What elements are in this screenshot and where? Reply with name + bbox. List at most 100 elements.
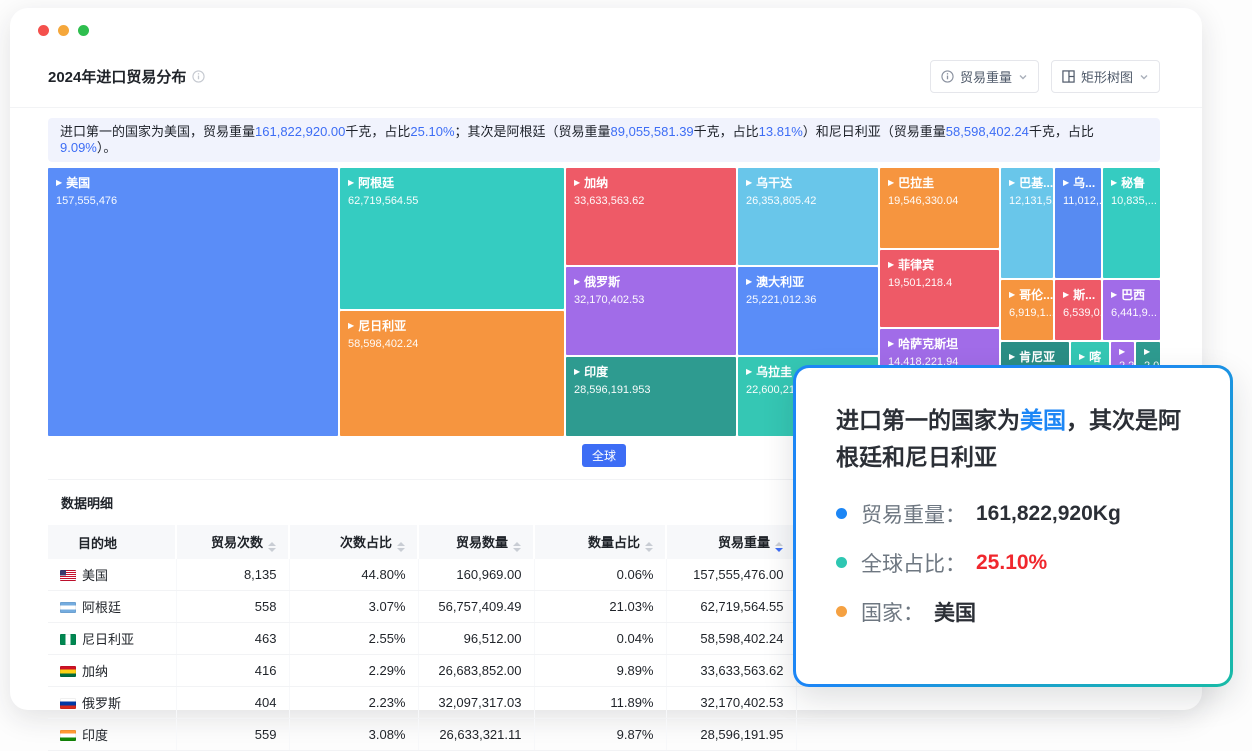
treemap-cell-阿根廷[interactable]: ▶阿根廷62,719,564.55 <box>340 168 564 309</box>
value-cell: 32,170,402.53 <box>666 687 796 719</box>
expand-arrow-icon: ▶ <box>1009 179 1015 187</box>
value-cell: 416 <box>176 655 289 687</box>
flag-gh-icon <box>60 666 76 677</box>
highlighted-text: 89,055,581.39 <box>611 124 694 139</box>
tooltip-item-label: 全球占比： <box>861 548 966 578</box>
sort-carets-icon[interactable] <box>645 542 653 552</box>
cell-value-label: 6,441,9... <box>1111 307 1152 319</box>
sort-desc-icon <box>513 548 521 552</box>
maximize-window-button[interactable] <box>78 25 89 36</box>
destination-label: 俄罗斯 <box>82 696 121 711</box>
value-cell: 32,097,317.03 <box>418 687 534 719</box>
treemap-cell-乌干达[interactable]: ▶乌干达26,353,805.42 <box>738 168 878 265</box>
tooltip-item-value: 161,822,920Kg <box>976 502 1121 526</box>
cell-country-label: 哥伦... <box>1019 286 1053 303</box>
tooltip-item: 国家：美国 <box>836 597 1192 627</box>
value-cell: 21.03% <box>534 591 666 623</box>
expand-arrow-icon: ▶ <box>746 179 752 187</box>
destination-cell: 阿根廷 <box>48 591 176 623</box>
flag-in-icon <box>60 730 76 741</box>
treemap-root-badge[interactable]: 全球 <box>582 444 626 467</box>
value-cell: 404 <box>176 687 289 719</box>
destination-label: 美国 <box>82 568 108 583</box>
treemap-cell-澳大利亚[interactable]: ▶澳大利亚25,221,012.36 <box>738 267 878 355</box>
cell-country-label: 澳大利亚 <box>756 273 804 290</box>
chart-type-dropdown[interactable]: 矩形树图 <box>1051 60 1160 93</box>
destination-label: 尼日利亚 <box>82 632 134 647</box>
treemap-cell-加纳[interactable]: ▶加纳33,633,563.62 <box>566 168 736 265</box>
destination-label: 加纳 <box>82 664 108 679</box>
column-header-5[interactable]: 数量占比 <box>534 525 666 559</box>
treemap-cell-巴拉圭[interactable]: ▶巴拉圭19,546,330.04 <box>880 168 999 248</box>
sort-asc-icon <box>397 542 405 546</box>
tooltip-list: 贸易重量：161,822,920Kg全球占比：25.10%国家：美国 <box>836 499 1192 627</box>
expand-arrow-icon: ▶ <box>56 179 62 187</box>
highlighted-text: 25.10% <box>410 124 454 139</box>
value-cell: 56,757,409.49 <box>418 591 534 623</box>
expand-arrow-icon: ▶ <box>348 179 354 187</box>
cell-value-label: 32,170,402.53 <box>574 294 728 306</box>
sort-desc-icon <box>397 548 405 552</box>
treemap-cell-菲律宾[interactable]: ▶菲律宾19,501,218.4 <box>880 250 999 327</box>
highlighted-text: 58,598,402.24 <box>946 124 1029 139</box>
value-cell: 2.29% <box>289 655 418 687</box>
destination-cell: 加纳 <box>48 655 176 687</box>
page-title-text: 2024年进口贸易分布 <box>48 66 186 87</box>
column-header-label: 数量占比 <box>588 535 640 550</box>
column-header-1: 目的地 <box>48 525 176 559</box>
sort-desc-icon <box>775 548 783 552</box>
column-header-3[interactable]: 次数占比 <box>289 525 418 559</box>
cell-value-label: 19,546,330.04 <box>888 195 991 207</box>
cell-value-label: 10,835,... <box>1111 195 1152 207</box>
metric-dropdown[interactable]: 贸易重量 <box>930 60 1039 93</box>
page-title: 2024年进口贸易分布 <box>48 66 205 87</box>
sort-carets-icon[interactable] <box>268 542 276 552</box>
cell-value-label: 58,598,402.24 <box>348 338 556 350</box>
sort-carets-icon[interactable] <box>397 542 405 552</box>
column-header-2[interactable]: 贸易次数 <box>176 525 289 559</box>
tooltip-title: 进口第一的国家为美国，其次是阿根廷和尼日利亚 <box>836 402 1192 477</box>
flag-ar-icon <box>60 602 76 613</box>
sort-carets-icon[interactable] <box>513 542 521 552</box>
value-cell: 28,596,191.95 <box>666 719 796 751</box>
expand-arrow-icon: ▶ <box>1063 291 1069 299</box>
expand-arrow-icon: ▶ <box>574 179 580 187</box>
cell-country-label: 菲律宾 <box>898 256 934 273</box>
value-cell: 558 <box>176 591 289 623</box>
treemap-cell-斯[interactable]: ▶斯...6,539,0... <box>1055 280 1101 340</box>
treemap-cell-哥伦[interactable]: ▶哥伦...6,919,1... <box>1001 280 1053 340</box>
column-header-6[interactable]: 贸易重量 <box>666 525 796 559</box>
treemap-cell-乌[interactable]: ▶乌...11,012,... <box>1055 168 1101 278</box>
sort-desc-icon <box>645 548 653 552</box>
cell-value-label: 33,633,563.62 <box>574 195 728 207</box>
expand-arrow-icon: ▶ <box>746 368 752 376</box>
cell-country-label: 美国 <box>66 174 90 191</box>
window-titlebar <box>10 8 1202 52</box>
treemap-icon <box>1062 70 1075 83</box>
treemap-cell-俄罗斯[interactable]: ▶俄罗斯32,170,402.53 <box>566 267 736 355</box>
filler-cell <box>796 719 1160 751</box>
value-cell: 9.89% <box>534 655 666 687</box>
close-window-button[interactable] <box>38 25 49 36</box>
metric-dropdown-label: 贸易重量 <box>960 67 1012 86</box>
treemap-cell-印度[interactable]: ▶印度28,596,191.953 <box>566 357 736 436</box>
minimize-window-button[interactable] <box>58 25 69 36</box>
expand-arrow-icon: ▶ <box>574 278 580 286</box>
destination-cell: 尼日利亚 <box>48 623 176 655</box>
filler-cell <box>796 687 1160 719</box>
table-row-俄罗斯[interactable]: 俄罗斯4042.23%32,097,317.0311.89%32,170,402… <box>48 687 1160 719</box>
table-row-印度[interactable]: 印度5593.08%26,633,321.119.87%28,596,191.9… <box>48 719 1160 751</box>
treemap-cell-尼日利亚[interactable]: ▶尼日利亚58,598,402.24 <box>340 311 564 436</box>
header-divider <box>10 107 1202 108</box>
sort-asc-icon <box>268 542 276 546</box>
flag-us-icon <box>60 570 76 581</box>
cell-value-label: 28,596,191.953 <box>574 384 728 396</box>
column-header-4[interactable]: 贸易数量 <box>418 525 534 559</box>
tooltip-item: 贸易重量：161,822,920Kg <box>836 499 1192 529</box>
treemap-cell-美国[interactable]: ▶美国157,555,476 <box>48 168 338 436</box>
treemap-cell-秘鲁[interactable]: ▶秘鲁10,835,... <box>1103 168 1160 278</box>
treemap-cell-巴西[interactable]: ▶巴西6,441,9... <box>1103 280 1160 340</box>
treemap-cell-巴基[interactable]: ▶巴基...12,131,5... <box>1001 168 1053 278</box>
sort-carets-icon[interactable] <box>775 542 783 552</box>
expand-arrow-icon: ▶ <box>1111 291 1117 299</box>
